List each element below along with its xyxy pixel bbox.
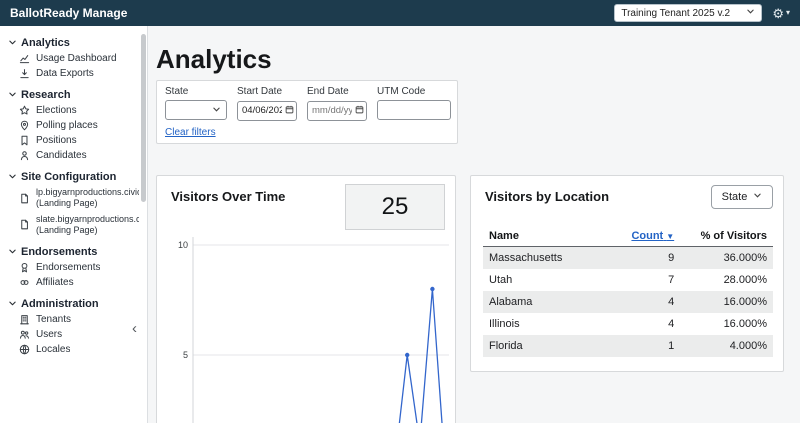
visitors-by-location-title: Visitors by Location [485, 189, 610, 204]
utm-code-input[interactable] [377, 100, 451, 120]
sidebar-section-administration[interactable]: Administration [8, 295, 139, 312]
sidebar-section-endorsements[interactable]: Endorsements [8, 243, 139, 260]
star-icon [19, 105, 31, 116]
ribbon-icon [19, 262, 31, 273]
table-row: Alabama 4 16.000% [483, 291, 773, 313]
visitors-over-time-title: Visitors Over Time [171, 189, 286, 204]
state-filter-label: State [165, 86, 189, 97]
building-icon [19, 314, 31, 325]
main-content: Analytics State Start Date 04/06/2025 En… [148, 26, 800, 423]
sidebar-item-affiliates[interactable]: Affiliates [8, 275, 139, 290]
table-row: Utah 7 28.000% [489, 274, 767, 286]
gear-icon: ⚙ [772, 5, 784, 21]
sidebar-item-users[interactable]: Users [8, 327, 139, 342]
visitors-over-time-card: Visitors Over Time 25 5 10 [156, 175, 456, 423]
sidebar-item-slate-bigyarnproductions-civicer[interactable]: slate.bigyarnproductions.civicer(Landing… [8, 212, 139, 239]
sidebar-item-elections[interactable]: Elections [8, 103, 139, 118]
sort-desc-icon: ▼ [666, 232, 675, 241]
state-filter-select[interactable] [165, 100, 227, 120]
chevron-down-icon [8, 90, 17, 99]
sidebar-item-lp-bigyarnproductions-civicengi[interactable]: lp.bigyarnproductions.civicengi(Landing … [8, 185, 139, 212]
chevron-down-icon: ▾ [785, 8, 790, 17]
sidebar-nav: Analytics Usage Dashboard Data Exports Rese… [0, 26, 147, 365]
total-visitors-value: 25 [345, 184, 445, 230]
sidebar-item-positions[interactable]: Positions [8, 133, 139, 148]
chevron-down-icon [8, 299, 17, 308]
visitors-by-location-table: Name Count ▼ % of Visitors Massachusetts… [483, 226, 773, 357]
column-header-name: Name [483, 226, 605, 247]
sidebar: Analytics Usage Dashboard Data Exports Rese… [0, 26, 148, 423]
location-granularity-select[interactable]: State [711, 185, 773, 209]
topbar: BallotReady Manage Training Tenant 2025 … [0, 0, 800, 26]
table-row: Florida 1 4.000% [483, 335, 773, 357]
sidebar-item-tenants[interactable]: Tenants [8, 312, 139, 327]
chevron-down-icon [8, 172, 17, 181]
sidebar-item-usage-dashboard[interactable]: Usage Dashboard [8, 51, 139, 66]
pin-icon [19, 120, 31, 131]
sidebar-section-site-configuration[interactable]: Site Configuration [8, 168, 139, 185]
utm-code-label: UTM Code [377, 86, 426, 97]
sidebar-item-locales[interactable]: Locales [8, 342, 139, 357]
sidebar-item-candidates[interactable]: Candidates [8, 148, 139, 163]
sidebar-scrollbar[interactable] [141, 34, 146, 202]
sidebar-item-polling-places[interactable]: Polling places [8, 118, 139, 133]
app-title: BallotReady Manage [10, 6, 128, 20]
start-date-label: Start Date [237, 86, 283, 97]
chevron-down-icon [212, 101, 221, 119]
column-header-count-sort[interactable]: Count ▼ [604, 226, 681, 247]
locale-icon [19, 344, 31, 355]
page-icon [19, 219, 31, 230]
visitors-chart: 5 10 [178, 237, 449, 423]
end-date-input[interactable] [307, 100, 367, 121]
chart-icon [19, 53, 31, 64]
chevron-down-icon [753, 191, 762, 203]
chevron-down-icon [8, 38, 17, 47]
clear-filters-link[interactable]: Clear filters [165, 127, 216, 138]
svg-text:10: 10 [178, 240, 188, 250]
affiliate-icon [19, 277, 31, 288]
start-date-input[interactable] [237, 100, 297, 121]
table-row: Illinois 4 16.000% [489, 318, 767, 330]
export-icon [19, 68, 31, 79]
end-date-label: End Date [307, 86, 349, 97]
sidebar-item-data-exports[interactable]: Data Exports [8, 66, 139, 81]
chevron-down-icon [746, 7, 755, 19]
sidebar-item-endorsements[interactable]: Endorsements [8, 260, 139, 275]
visitors-by-location-card: Visitors by Location State Name Count ▼ … [470, 175, 784, 372]
sidebar-collapse-arrow-icon[interactable]: ‹ [132, 321, 137, 336]
users-icon [19, 329, 31, 340]
sidebar-section-research[interactable]: Research [8, 86, 139, 103]
page-title: Analytics [156, 44, 272, 74]
settings-menu-button[interactable]: ⚙ ▾ [772, 7, 790, 20]
column-header-percent: % of Visitors [680, 226, 773, 247]
location-table-body: Massachusetts 9 36.000% Utah 7 28.000% Alabama… [483, 246, 773, 357]
sidebar-section-analytics[interactable]: Analytics [8, 34, 139, 51]
location-granularity-value: State [721, 191, 748, 203]
bookmark-icon [19, 135, 31, 146]
svg-text:5: 5 [183, 350, 188, 360]
table-row: Massachusetts 9 36.000% [483, 246, 773, 269]
page-icon [19, 193, 31, 204]
filters-panel: State Start Date End Date [156, 80, 458, 144]
person-icon [19, 150, 31, 161]
tenant-select[interactable]: Training Tenant 2025 v.2 [614, 4, 763, 22]
tenant-select-value: Training Tenant 2025 v.2 [621, 7, 731, 19]
chevron-down-icon [8, 247, 17, 256]
